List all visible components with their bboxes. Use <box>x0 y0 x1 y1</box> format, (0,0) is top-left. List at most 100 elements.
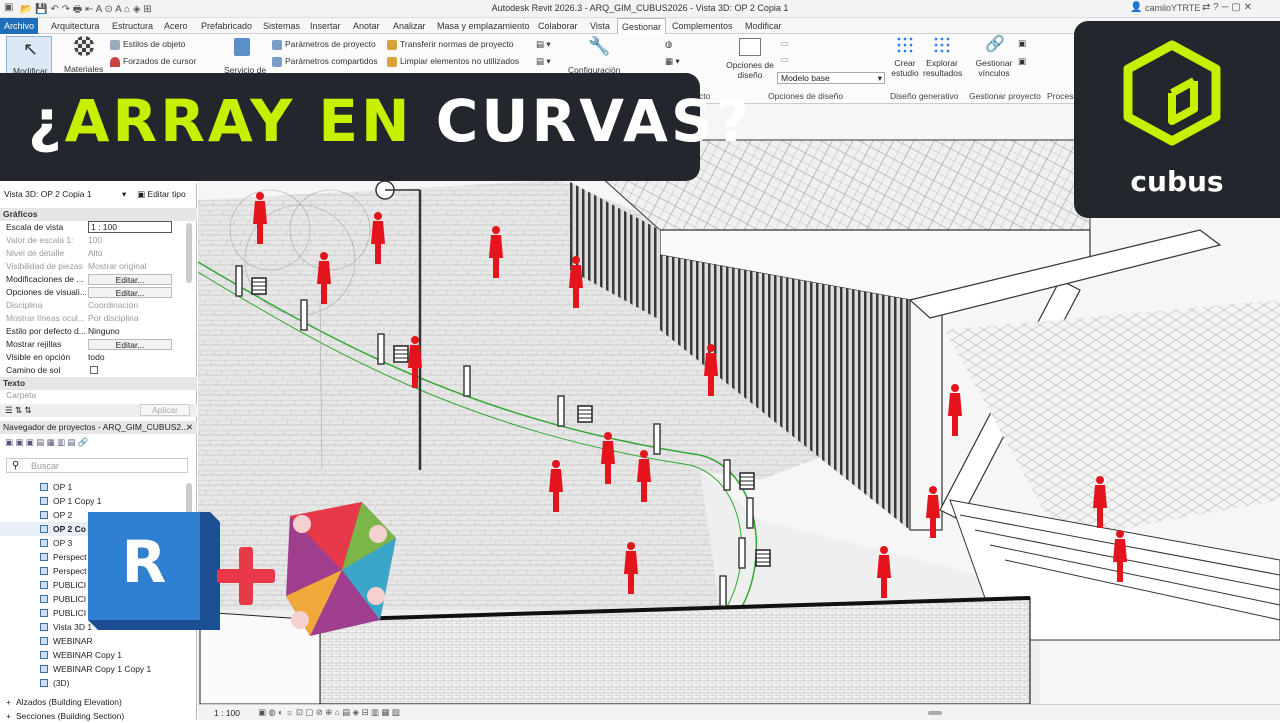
globe-icon[interactable]: ◍ <box>665 39 672 50</box>
window-controls[interactable]: ⇄ ? ─ ▢ ✕ <box>1202 2 1252 13</box>
prop-row[interactable]: Escala de vista 1 : 100 <box>0 221 197 234</box>
sort-icon[interactable]: ☰ ⇅ ⇅ <box>5 404 32 417</box>
design-options-button[interactable]: Opciones de diseño <box>724 38 776 88</box>
materials-icon <box>74 36 94 56</box>
tab-acero[interactable]: Acero <box>160 18 192 34</box>
tab-gestionar[interactable]: Gestionar <box>617 18 667 34</box>
prop-row[interactable]: Camino de sol <box>0 364 197 377</box>
create-study-button[interactable]: Crear estudio <box>889 36 921 78</box>
shared-parameters-button[interactable]: Parámetros compartidos <box>272 56 378 67</box>
user-icon[interactable]: 👤 <box>1130 2 1142 13</box>
tree-group-sections[interactable]: + Secciones (Building Section) <box>0 709 197 723</box>
prop-row[interactable]: Disciplina Coordinación <box>0 299 197 312</box>
phases-icon[interactable]: ▦ ▾ <box>665 56 680 67</box>
tree-item[interactable]: (3D) <box>0 676 197 690</box>
type-selector[interactable]: Vista 3D: OP 2 Copia 1 ▾ ▣ Editar tipo <box>0 188 197 201</box>
add-to-set-icon[interactable]: ▭ <box>780 38 788 49</box>
prop-row[interactable]: Opciones de visuali... Editar... <box>0 286 197 299</box>
tab-insertar[interactable]: Insertar <box>306 18 345 34</box>
explore-results-button[interactable]: Explorar resultados <box>923 36 962 78</box>
settings-button[interactable]: 🔧 Configuración <box>566 36 626 76</box>
svg-text:R: R <box>122 528 167 596</box>
prop-row[interactable]: Nivel de detalle Alto <box>0 247 197 260</box>
close-icon[interactable]: ✕ <box>186 421 193 434</box>
sun-path-checkbox[interactable] <box>90 366 98 374</box>
3d-view-icon <box>40 637 48 645</box>
browser-tools-icon[interactable]: ▣ ▣ ▣ ▤ ▦ ▥ ▤ 🔗 <box>5 436 88 449</box>
object-styles-icon <box>110 39 120 50</box>
other-settings-icon[interactable]: ▤ ▾ <box>536 56 551 67</box>
main-model-select[interactable]: Modelo base ▾ <box>777 72 885 84</box>
3d-view-icon <box>40 525 48 533</box>
materials-button[interactable]: Materiales <box>62 36 108 76</box>
prop-row[interactable]: Mostrar rejillas Editar... <box>0 338 197 351</box>
expand-icon[interactable]: + <box>6 695 11 709</box>
view-templates-icon[interactable]: ▤ ▾ <box>536 39 551 50</box>
tab-archivo[interactable]: Archivo <box>0 18 39 34</box>
purge-button[interactable]: Limpiar elementos no utilizados <box>387 56 519 67</box>
3d-view-icon <box>40 483 48 491</box>
explore-results-icon <box>933 36 951 54</box>
3d-view-icon <box>40 665 48 673</box>
tab-analizar[interactable]: Analizar <box>389 18 430 34</box>
horizontal-scrollbar[interactable] <box>928 711 942 715</box>
snaps-button[interactable]: Forzados de cursor <box>110 56 196 67</box>
tab-modificar[interactable]: Modificar <box>741 18 786 34</box>
chevron-down-icon: ▾ <box>122 189 127 199</box>
tab-estructura[interactable]: Estructura <box>108 18 157 34</box>
manage-images-icon[interactable]: ▣ <box>1018 38 1026 49</box>
decal-types-icon[interactable]: ▣ <box>1018 56 1026 67</box>
tab-arquitectura[interactable]: Arquitectura <box>47 18 104 34</box>
expand-icon[interactable]: + <box>6 709 11 723</box>
tab-vista[interactable]: Vista <box>586 18 614 34</box>
tree-item[interactable]: WEBINAR Copy 1 <box>0 648 197 662</box>
chevron-down-icon: ▾ <box>877 73 882 83</box>
tab-masa[interactable]: Masa y emplazamiento <box>433 18 534 34</box>
3d-view-icon <box>40 539 48 547</box>
title-bar: ▣ 📂 💾 ↶ ↷ 🖶 ⇤ A ⊙ A ⌂ ◈ ⊞ Autodesk Revit… <box>0 0 1280 18</box>
transfer-standards-button[interactable]: Transferir normas de proyecto <box>387 39 514 50</box>
location-icon <box>234 38 250 56</box>
panel-title-design-options: Opciones de diseño <box>768 91 844 101</box>
edit-type-button[interactable]: ▣ Editar tipo <box>137 188 186 201</box>
view-scale-input[interactable]: 1 : 100 <box>88 221 172 233</box>
edit-button[interactable]: Editar... <box>88 287 172 298</box>
user-name[interactable]: camiloYTRTE <box>1145 3 1200 13</box>
browser-search-input[interactable]: ⚲ Buscar <box>6 458 188 473</box>
revit-logo-icon: R <box>88 512 220 630</box>
tab-sistemas[interactable]: Sistemas <box>259 18 304 34</box>
tree-group-elevations[interactable]: + Alzados (Building Elevation) <box>0 695 197 709</box>
properties-scrollbar[interactable] <box>186 223 192 283</box>
pick-to-edit-icon[interactable]: ▭ <box>780 54 788 65</box>
tree-item[interactable]: OP 1 <box>0 480 197 494</box>
prop-row[interactable]: Carpeta <box>0 389 197 402</box>
wrench-icon: 🔧 <box>588 36 611 56</box>
edit-button[interactable]: Editar... <box>88 274 172 285</box>
apply-button[interactable]: Aplicar <box>140 404 190 416</box>
prop-row[interactable]: Estilo por defecto d... Ninguno <box>0 325 197 338</box>
tab-complementos[interactable]: Complementos <box>668 18 737 34</box>
project-parameters-button[interactable]: Parámetros de proyecto <box>272 39 376 50</box>
edit-button[interactable]: Editar... <box>88 339 172 350</box>
section-graphics[interactable]: Gráficos <box>0 208 197 221</box>
tab-anotar[interactable]: Anotar <box>349 18 384 34</box>
prop-row[interactable]: Modificaciones de ... Editar... <box>0 273 197 286</box>
window-title: Autodesk Revit 2026.3 - ARQ_GIM_CUBUS202… <box>491 3 789 13</box>
tab-prefabricado[interactable]: Prefabricado <box>197 18 256 34</box>
3d-view-icon <box>40 567 48 575</box>
manage-links-button[interactable]: 🔗 Gestionar vínculos <box>974 36 1014 78</box>
link-icon: 🔗 <box>985 36 1005 53</box>
prop-row[interactable]: Visible en opción todo <box>0 351 197 364</box>
project-location-button[interactable]: Servicio de <box>222 38 268 76</box>
object-styles-button[interactable]: Estilos de objeto <box>110 39 185 50</box>
tab-colaborar[interactable]: Colaborar <box>534 18 582 34</box>
view-scale[interactable]: 1 : 100 <box>214 708 240 718</box>
prop-row[interactable]: Visibilidad de piezas Mostrar original <box>0 260 197 273</box>
prop-row[interactable]: Mostrar líneas ocul... Por disciplina <box>0 312 197 325</box>
prop-row[interactable]: Valor de escala 1: 100 <box>0 234 197 247</box>
view-controls-icon[interactable]: ▣ ◍ ◐ ☼ ⊡ ▢ ⊘ ⊕ ⌂ ▤ ◈ ⊟ ▥ ▦ ▧ <box>258 707 400 718</box>
cubus-logo: cubus <box>1074 21 1280 218</box>
shared-parameters-icon <box>272 56 282 67</box>
tree-item[interactable]: WEBINAR Copy 1 Copy 1 <box>0 662 197 676</box>
modify-button[interactable]: ↖ Modificar <box>6 36 52 76</box>
